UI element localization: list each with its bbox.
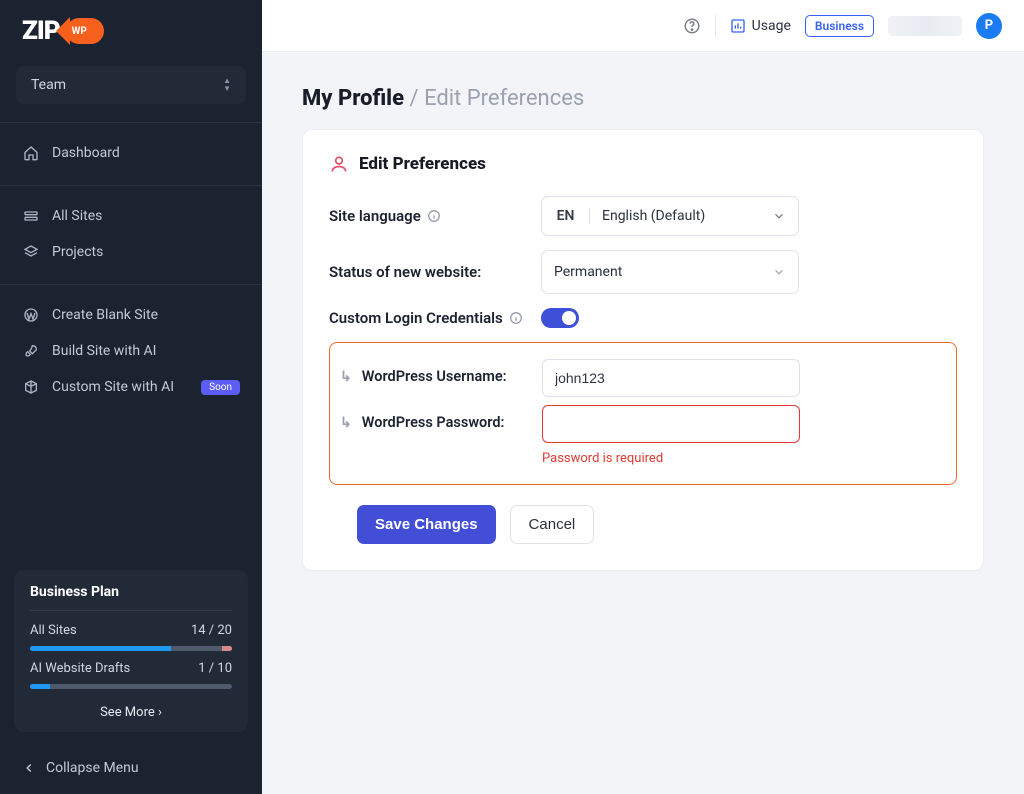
- lang-value: English (Default): [590, 208, 760, 224]
- collapse-menu[interactable]: Collapse Menu: [0, 746, 262, 794]
- nav-createblank[interactable]: Create Blank Site: [8, 297, 254, 333]
- wordpress-icon: [22, 306, 40, 324]
- collapse-label: Collapse Menu: [46, 760, 139, 776]
- plan-bar-sites: [30, 646, 232, 651]
- chevron-left-icon: [22, 761, 36, 775]
- plan-row-label: All Sites: [30, 623, 77, 638]
- chevron-down-icon: [772, 265, 786, 279]
- cancel-button[interactable]: Cancel: [510, 505, 595, 544]
- row-custom-login: Custom Login Credentials: [329, 308, 957, 328]
- plan-card: Business Plan All Sites 14 / 20 AI Websi…: [14, 570, 248, 732]
- nav-label: Projects: [52, 244, 103, 260]
- nav-group-main: Dashboard: [0, 122, 262, 177]
- nav-projects[interactable]: Projects: [8, 234, 254, 270]
- team-selector[interactable]: Team ▲▼: [16, 66, 246, 104]
- language-select[interactable]: EN English (Default): [541, 196, 799, 236]
- wp-username-label: ↳ WordPress Username:: [340, 359, 542, 385]
- lang-code: EN: [542, 208, 590, 224]
- plan-row-drafts: AI Website Drafts 1 / 10: [30, 661, 232, 676]
- plan-row-sites: All Sites 14 / 20: [30, 623, 232, 638]
- sidebar: ZIP WP Team ▲▼ Dashboard All Sites Proje…: [0, 0, 262, 794]
- wp-password-label: ↳ WordPress Password:: [340, 405, 542, 431]
- soon-badge: Soon: [201, 380, 240, 395]
- plan-row-value: 14 / 20: [191, 623, 232, 638]
- logo[interactable]: ZIP WP: [0, 0, 262, 66]
- chevron-down-icon: [760, 209, 798, 223]
- business-badge[interactable]: Business: [805, 15, 874, 37]
- main: Usage Business P My Profile / Edit Prefe…: [262, 0, 1024, 794]
- status-value: Permanent: [554, 264, 622, 280]
- logo-text: ZIP: [22, 16, 60, 46]
- form-actions: Save Changes Cancel: [357, 505, 957, 544]
- breadcrumb-main: My Profile: [302, 86, 404, 111]
- lang-label: Site language: [329, 207, 541, 225]
- usage-label: Usage: [752, 18, 791, 34]
- nav-label: All Sites: [52, 208, 102, 224]
- password-error: Password is required: [542, 451, 800, 466]
- topbar: Usage Business P: [262, 0, 1024, 52]
- indent-arrow-icon: ↳: [340, 415, 352, 431]
- credentials-box: ↳ WordPress Username: ↳ WordPress Passwo…: [329, 342, 957, 485]
- nav-label: Dashboard: [52, 145, 120, 161]
- profile-icon: [329, 154, 349, 174]
- row-status: Status of new website: Permanent: [329, 250, 957, 294]
- card-title: Edit Preferences: [359, 154, 486, 174]
- breadcrumb-sub: Edit Preferences: [424, 86, 584, 111]
- chevrons-updown-icon: ▲▼: [223, 78, 231, 92]
- plan-row-value: 1 / 10: [198, 661, 232, 676]
- info-icon[interactable]: [427, 209, 442, 224]
- rocket-icon: [22, 342, 40, 360]
- card-header: Edit Preferences: [329, 154, 957, 174]
- layers-icon: [22, 243, 40, 261]
- nav-label: Create Blank Site: [52, 307, 158, 323]
- chevron-right-icon: ›: [158, 705, 162, 720]
- cube-icon: [22, 378, 40, 396]
- usage-link[interactable]: Usage: [730, 18, 791, 34]
- nav-label: Custom Site with AI: [52, 379, 174, 395]
- nav-label: Build Site with AI: [52, 343, 156, 359]
- indent-arrow-icon: ↳: [340, 369, 352, 385]
- status-label: Status of new website:: [329, 263, 541, 281]
- nav-customai[interactable]: Custom Site with AI Soon: [8, 369, 254, 405]
- sites-icon: [22, 207, 40, 225]
- row-wp-password: ↳ WordPress Password: Password is requir…: [340, 405, 946, 466]
- breadcrumb: My Profile / Edit Preferences: [302, 86, 984, 111]
- content: My Profile / Edit Preferences Edit Prefe…: [262, 52, 1024, 605]
- team-label: Team: [31, 77, 66, 93]
- plan-bar-drafts: [30, 684, 232, 689]
- row-wp-username: ↳ WordPress Username:: [340, 359, 946, 397]
- preferences-card: Edit Preferences Site language EN Englis…: [302, 129, 984, 571]
- plan-row-label: AI Website Drafts: [30, 661, 130, 676]
- status-select[interactable]: Permanent: [541, 250, 799, 294]
- wp-username-input[interactable]: [542, 359, 800, 397]
- save-button[interactable]: Save Changes: [357, 505, 496, 544]
- help-icon[interactable]: [683, 17, 701, 35]
- row-language: Site language EN English (Default): [329, 196, 957, 236]
- chart-icon: [730, 18, 746, 34]
- plan-title: Business Plan: [30, 584, 232, 600]
- info-icon[interactable]: [509, 311, 524, 326]
- see-more-link[interactable]: See More ›: [30, 699, 232, 720]
- custom-login-label: Custom Login Credentials: [329, 309, 541, 327]
- loading-placeholder: [888, 16, 962, 36]
- logo-wp-badge: WP: [66, 18, 104, 44]
- wp-password-input[interactable]: [542, 405, 800, 443]
- nav-allsites[interactable]: All Sites: [8, 198, 254, 234]
- breadcrumb-sep: /: [410, 86, 419, 111]
- nav-dashboard[interactable]: Dashboard: [8, 135, 254, 171]
- custom-login-toggle[interactable]: [541, 308, 579, 328]
- nav-buildai[interactable]: Build Site with AI: [8, 333, 254, 369]
- nav-group-sites: All Sites Projects: [0, 185, 262, 276]
- nav-group-create: Create Blank Site Build Site with AI Cus…: [0, 284, 262, 411]
- avatar[interactable]: P: [976, 13, 1002, 39]
- home-icon: [22, 144, 40, 162]
- separator: [715, 15, 716, 37]
